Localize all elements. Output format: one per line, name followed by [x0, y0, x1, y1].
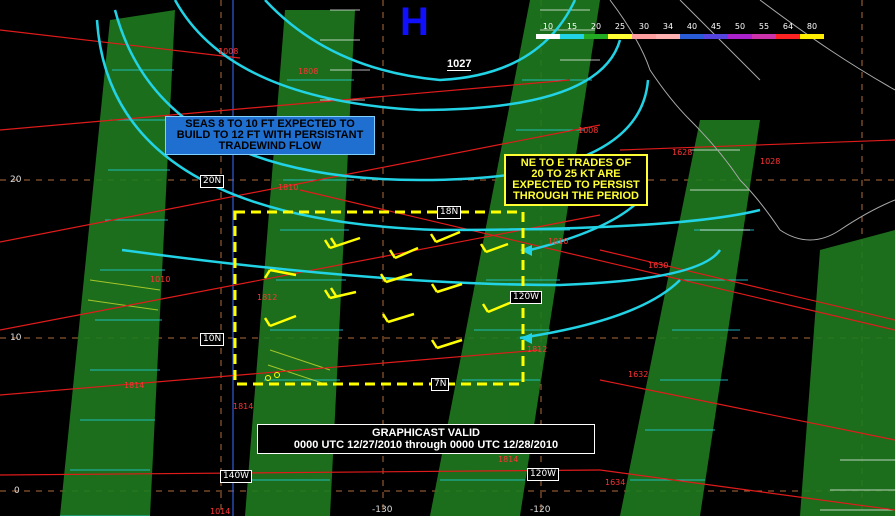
legend-label: 34: [662, 22, 674, 31]
coord-box-120w: 120W: [527, 468, 560, 481]
wind-speed-legend: 10 15 20 25 30 34 40 45 50 55 64 80: [536, 14, 824, 39]
legend-swatch: [608, 34, 632, 39]
coord-box-20n: 20N: [200, 175, 225, 188]
legend-label: 45: [710, 22, 722, 31]
seas-note: SEAS 8 TO 10 FT EXPECTED TO BUILD TO 12 …: [165, 116, 375, 155]
lat-label-20: 20: [10, 175, 22, 185]
graphicast-valid-time: 0000 UTC 12/27/2010 through 0000 UTC 12/…: [293, 439, 559, 451]
box-label-7n: 7N: [431, 378, 450, 391]
legend-label: 50: [734, 22, 746, 31]
isobar-label: 1812: [527, 345, 548, 354]
legend-swatch: [560, 34, 584, 39]
legend-labels: 10 15 20 25 30 34 40 45 50 55 64 80: [536, 14, 824, 33]
legend-swatch: [752, 34, 776, 39]
isobar-label: 1634: [605, 478, 626, 487]
legend-swatch: [680, 34, 704, 39]
isobar-label: 1810: [278, 183, 299, 192]
isobar-label: 1010: [150, 275, 171, 284]
legend-swatch: [584, 34, 608, 39]
legend-label: 40: [686, 22, 698, 31]
legend-label: 55: [758, 22, 770, 31]
isobar-label: 1808: [298, 67, 319, 76]
legend-swatch: [728, 34, 752, 39]
lon-label-130: -130: [372, 505, 393, 515]
legend-label: 80: [806, 22, 818, 31]
isobar-label: 1628: [672, 148, 693, 157]
legend-label: 20: [590, 22, 602, 31]
isobar-label: 1028: [760, 157, 781, 166]
forecast-map: H 1027 10 15 20 25 30 34 40 45 50 55 64 80 SEAS 8 T…: [0, 0, 895, 516]
lon-label-120: -120: [530, 505, 551, 515]
lat-label-10: 10: [10, 333, 22, 343]
isobar-label: 1014: [210, 507, 231, 516]
box-label-18n: 18N: [437, 206, 462, 219]
isobar-label: 1008: [218, 47, 239, 56]
legend-color-bar: [536, 34, 824, 39]
trades-note-line: THROUGH THE PERIOD: [513, 190, 639, 202]
isobar-label: 1814: [124, 381, 145, 390]
legend-label: 64: [782, 22, 794, 31]
legend-swatch: [632, 34, 656, 39]
legend-swatch: [776, 34, 800, 39]
lat-label-0: 0: [14, 486, 20, 496]
seas-note-line: TRADEWIND FLOW: [218, 140, 322, 152]
legend-label: 30: [638, 22, 650, 31]
high-pressure-symbol: H: [400, 0, 429, 44]
isobar-label: 1008: [578, 126, 599, 135]
legend-swatch: [536, 34, 560, 39]
legend-swatch: [656, 34, 680, 39]
legend-label: 10: [542, 22, 554, 31]
legend-label: 15: [566, 22, 578, 31]
legend-label: 25: [614, 22, 626, 31]
isobar-label: 1630: [648, 261, 669, 270]
box-label-120w: 120W: [510, 291, 543, 304]
isobar-label: 1632: [628, 370, 649, 379]
isobar-label: 1010: [548, 237, 569, 246]
isobar-label: 1814: [498, 455, 519, 464]
streamlines: [95, 0, 761, 340]
coord-box-140w: 140W: [220, 470, 253, 483]
legend-swatch: [704, 34, 728, 39]
isobar-label: 1812: [257, 293, 278, 302]
high-pressure-value: 1027: [447, 58, 472, 71]
graphicast-title: GRAPHICAST VALID: [372, 427, 480, 439]
graphicast-valid-box: GRAPHICAST VALID 0000 UTC 12/27/2010 thr…: [257, 424, 595, 454]
trades-note: NE TO E TRADES OF 20 TO 25 KT ARE EXPECT…: [504, 154, 648, 206]
isobar-label: 1814: [233, 402, 254, 411]
legend-swatch: [800, 34, 824, 39]
coord-box-10n: 10N: [200, 333, 225, 346]
